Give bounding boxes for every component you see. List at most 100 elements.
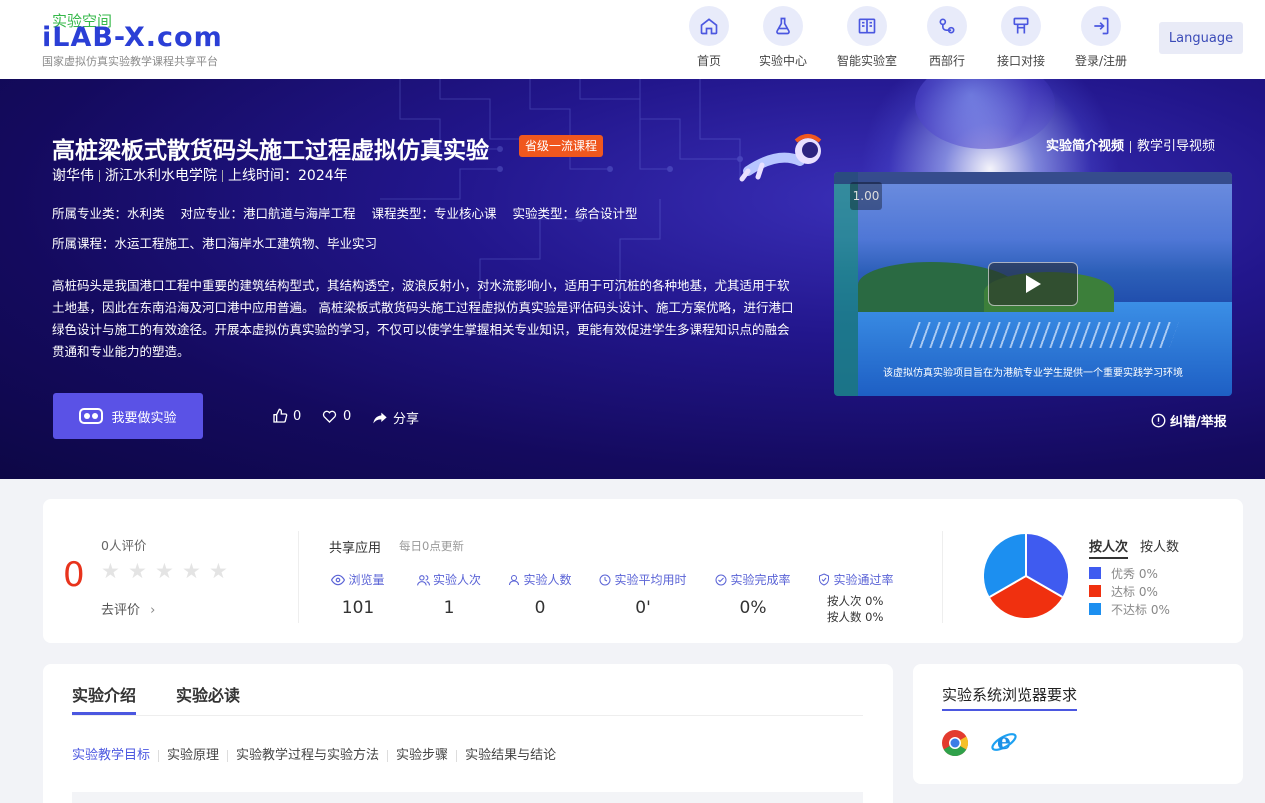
- nav-label: 实验中心: [758, 54, 807, 68]
- divider: [72, 715, 863, 716]
- star-icon[interactable]: ★: [209, 561, 230, 582]
- nav-label: 首页: [696, 54, 721, 68]
- nav-home[interactable]: 首页: [674, 6, 744, 69]
- tab-must-read[interactable]: 实验必读: [176, 682, 240, 715]
- book-icon: [847, 6, 887, 46]
- ie-icon[interactable]: e: [990, 728, 1018, 756]
- clock-icon: [599, 574, 611, 585]
- author: 谢华伟: [52, 168, 94, 184]
- like-button[interactable]: 0: [272, 408, 301, 424]
- language-button[interactable]: Language: [1159, 22, 1243, 54]
- legend-item: 不达标 0%: [1089, 600, 1170, 618]
- metric-label: 实验通过率: [833, 573, 894, 587]
- intro-content-box: [72, 792, 863, 803]
- star-icon[interactable]: ★: [182, 561, 203, 582]
- update-note: 每日0点更新: [399, 539, 464, 553]
- report-button[interactable]: 纠错/举报: [1151, 411, 1227, 430]
- tab-by-people[interactable]: 按人数: [1140, 540, 1179, 555]
- video-player[interactable]: 1.00 该虚拟仿真实验项目旨在为港航专业学生提供一个重要实践学习环境: [834, 172, 1232, 396]
- metric-pass-rate: 实验通过率: [816, 571, 896, 588]
- video-sea: [858, 302, 1232, 396]
- tab-experiment-intro[interactable]: 实验介绍: [72, 682, 137, 715]
- interface-icon: [1001, 6, 1041, 46]
- nav-smart-lab[interactable]: 智能实验室: [832, 6, 902, 69]
- rating-score: 0: [63, 555, 85, 595]
- course-info: 所属专业类：水利类 对应专业：港口航道与海岸工程 课程类型：专业核心课 实验类型：综合…: [52, 203, 654, 222]
- metric-exp-people: 实验人数 0: [506, 571, 574, 618]
- subtab-steps[interactable]: 实验步骤: [396, 748, 448, 763]
- metric-value: 1: [443, 598, 455, 618]
- metric-views: 浏览量 101: [328, 571, 388, 618]
- report-label: 纠错/举报: [1170, 415, 1227, 430]
- legend-label: 达标 0%: [1111, 584, 1158, 599]
- nav-login[interactable]: 登录/注册: [1066, 6, 1136, 69]
- video-tabs: 实验简介视频 教学引导视频: [1046, 135, 1215, 154]
- evaluation-count: 0人评价: [101, 538, 147, 553]
- like-count: 0: [293, 408, 302, 424]
- browser-requirements-title: 实验系统浏览器要求: [942, 684, 1078, 711]
- go-evaluate-label: 去评价: [101, 603, 141, 618]
- tab-by-times[interactable]: 按人次: [1089, 540, 1129, 559]
- related-courses: 所属课程：水运工程施工、港口海岸水工建筑物、毕业实习: [52, 236, 378, 251]
- pie-tabs: 按人次 按人数: [1089, 536, 1191, 559]
- subtab-principle[interactable]: 实验原理: [167, 748, 219, 763]
- flask-icon: [763, 6, 803, 46]
- tab-guide-video[interactable]: 教学引导视频: [1137, 139, 1215, 154]
- nav-label: 西部行: [928, 54, 965, 68]
- grade-pie-chart: [984, 534, 1068, 618]
- chrome-icon[interactable]: [942, 730, 968, 756]
- subtab-teaching-goal[interactable]: 实验教学目标: [72, 748, 150, 763]
- share-label: 分享: [393, 412, 420, 427]
- logo-en: iLAB-X.com: [42, 22, 223, 53]
- do-experiment-button[interactable]: 我要做实验: [53, 393, 203, 439]
- astronaut-icon: [739, 134, 822, 182]
- favorite-button[interactable]: 0: [321, 408, 351, 424]
- school: 浙江水利水电学院: [105, 168, 217, 184]
- eye-icon: [331, 574, 346, 585]
- divider: [942, 531, 943, 623]
- logo-subtitle: 国家虚拟仿真实验教学课程共享平台: [42, 55, 218, 68]
- info-icon: [1151, 413, 1166, 428]
- thumbs-up-icon: [273, 408, 288, 423]
- tab-intro-video[interactable]: 实验简介视频: [1046, 139, 1124, 154]
- star-icon[interactable]: ★: [101, 561, 122, 582]
- nav-lab-center[interactable]: 实验中心: [748, 6, 818, 69]
- nav-label: 登录/注册: [1074, 54, 1128, 68]
- metric-value: 0: [534, 598, 546, 618]
- subtab-results[interactable]: 实验结果与结论: [465, 748, 556, 763]
- video-pier: [909, 322, 1179, 348]
- legend-label: 优秀 0%: [1111, 566, 1158, 581]
- nav-west[interactable]: 西部行: [912, 6, 982, 69]
- user-icon: [509, 574, 520, 585]
- shared-app-title: 共享应用: [329, 541, 382, 556]
- experiment-type: 实验类型：综合设计型: [512, 206, 638, 221]
- metric-value: 101: [341, 598, 375, 618]
- course-meta: 谢华伟 浙江水利水电学院 上线时间：2024年: [52, 165, 348, 185]
- pass-by-times: 按人次 0%: [827, 594, 884, 608]
- major: 对应专业：港口航道与海岸工程: [180, 206, 356, 221]
- video-topbar: [834, 172, 1232, 184]
- metric-value: 0': [635, 598, 651, 618]
- intro-card: 实验介绍 实验必读 实验教学目标 实验原理 实验教学过程与实验方法 实验步骤 实验结果与…: [43, 664, 893, 803]
- heart-icon: [322, 410, 337, 423]
- metric-label: 实验完成率: [730, 573, 791, 587]
- metric-avg-time: 实验平均用时 0': [598, 571, 688, 618]
- nav-label: 智能实验室: [836, 54, 897, 68]
- pie-legend: 优秀 0% 达标 0% 不达标 0%: [1089, 564, 1170, 618]
- rating-stars[interactable]: ★ ★ ★ ★ ★: [101, 561, 236, 582]
- metric-label: 实验人次: [432, 573, 481, 587]
- star-icon[interactable]: ★: [128, 561, 149, 582]
- users-icon: [416, 574, 430, 585]
- go-evaluate-link[interactable]: 去评价 ›: [101, 599, 155, 618]
- intro-subtabs: 实验教学目标 实验原理 实验教学过程与实验方法 实验步骤 实验结果与结论: [72, 744, 556, 763]
- nav-interface[interactable]: 接口对接: [986, 6, 1056, 69]
- vr-headset-icon: [79, 408, 104, 424]
- share-button[interactable]: 分享: [372, 408, 419, 427]
- legend-label: 不达标 0%: [1111, 602, 1170, 617]
- play-button[interactable]: [988, 262, 1078, 306]
- video-speed[interactable]: 1.00: [850, 182, 882, 210]
- check-circle-icon: [715, 574, 727, 585]
- star-icon[interactable]: ★: [155, 561, 176, 582]
- svg-text:e: e: [997, 729, 1011, 755]
- subtab-process-method[interactable]: 实验教学过程与实验方法: [236, 748, 379, 763]
